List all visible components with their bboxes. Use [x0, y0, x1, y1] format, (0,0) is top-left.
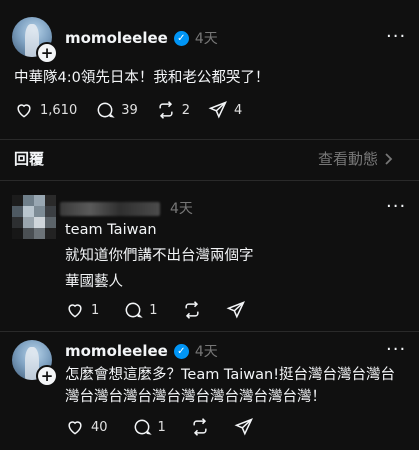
avatar-blurred[interactable]	[12, 195, 56, 239]
heart-icon	[68, 421, 82, 435]
comment-icon	[97, 102, 115, 118]
heart-icon	[17, 104, 31, 118]
follow-plus-icon[interactable]: +	[36, 42, 58, 64]
reply1-line-1: team Taiwan	[65, 222, 157, 238]
share-count: 4	[234, 102, 243, 118]
heart-icon	[68, 304, 82, 318]
divider	[0, 139, 419, 140]
comment-icon	[125, 302, 143, 318]
comment-button[interactable]: 1	[132, 417, 166, 437]
verified-badge-icon: ✓	[173, 30, 189, 46]
more-options-icon[interactable]: ···	[386, 196, 406, 217]
comment-count: 39	[121, 102, 138, 118]
repost-button[interactable]	[182, 300, 202, 320]
follow-plus-icon[interactable]: +	[36, 365, 58, 387]
like-count: 1	[91, 302, 100, 318]
comment-count: 1	[149, 302, 158, 318]
more-options-icon[interactable]: ···	[386, 339, 406, 360]
share-icon	[226, 301, 245, 319]
view-activity-link[interactable]: 查看動態	[318, 148, 394, 170]
reply2-actions: 40 1	[65, 417, 254, 437]
post-time: 4天	[194, 31, 218, 47]
comment-count: 1	[157, 419, 166, 435]
reply1-line-3: 華國藝人	[65, 274, 123, 290]
share-icon	[208, 101, 228, 119]
reply1-time: 4天	[170, 201, 193, 217]
repost-icon	[184, 301, 199, 319]
comment-icon	[134, 419, 152, 435]
username-blurred[interactable]	[60, 202, 160, 216]
share-icon	[234, 418, 253, 436]
reply1-line-2: 就知道你們講不出台灣兩個字	[65, 248, 254, 264]
like-button[interactable]: 1	[65, 300, 99, 320]
chevron-right-icon	[385, 153, 393, 165]
share-button[interactable]	[234, 417, 254, 437]
like-count: 1,610	[40, 102, 78, 118]
view-activity-label: 查看動態	[318, 150, 379, 168]
verified-badge-icon: ✓	[173, 343, 189, 359]
comment-button[interactable]: 39	[95, 100, 138, 120]
comment-button[interactable]: 1	[123, 300, 158, 320]
post-username[interactable]: momoleelee	[65, 29, 168, 47]
repost-button[interactable]: 2	[156, 100, 190, 120]
share-button[interactable]: 4	[208, 100, 242, 120]
repost-button[interactable]	[190, 417, 210, 437]
share-button[interactable]	[226, 300, 246, 320]
reply2-line-2: 灣台灣台灣台灣台灣台灣台灣台灣台灣！	[65, 389, 326, 405]
more-options-icon[interactable]: ···	[386, 26, 406, 47]
reply1-actions: 1 1	[65, 300, 246, 320]
like-button[interactable]: 1,610	[14, 100, 77, 120]
post-actions: 1,610 39 2 4	[14, 100, 242, 120]
like-button[interactable]: 40	[65, 417, 108, 437]
reply2-time: 4天	[194, 344, 218, 360]
repost-icon	[159, 101, 173, 119]
like-count: 40	[91, 419, 108, 435]
reply2-line-1: 怎麼會想這麼多？Team Taiwan!挺台灣台灣台灣台	[65, 367, 396, 383]
reply2-username[interactable]: momoleelee	[65, 342, 168, 360]
repost-count: 2	[181, 102, 191, 118]
replies-heading: 回覆	[14, 150, 45, 168]
post-text: 中華隊4:0領先日本！我和老公都哭了！	[14, 70, 270, 86]
divider	[0, 331, 419, 332]
divider	[0, 180, 419, 181]
repost-icon	[193, 418, 207, 436]
